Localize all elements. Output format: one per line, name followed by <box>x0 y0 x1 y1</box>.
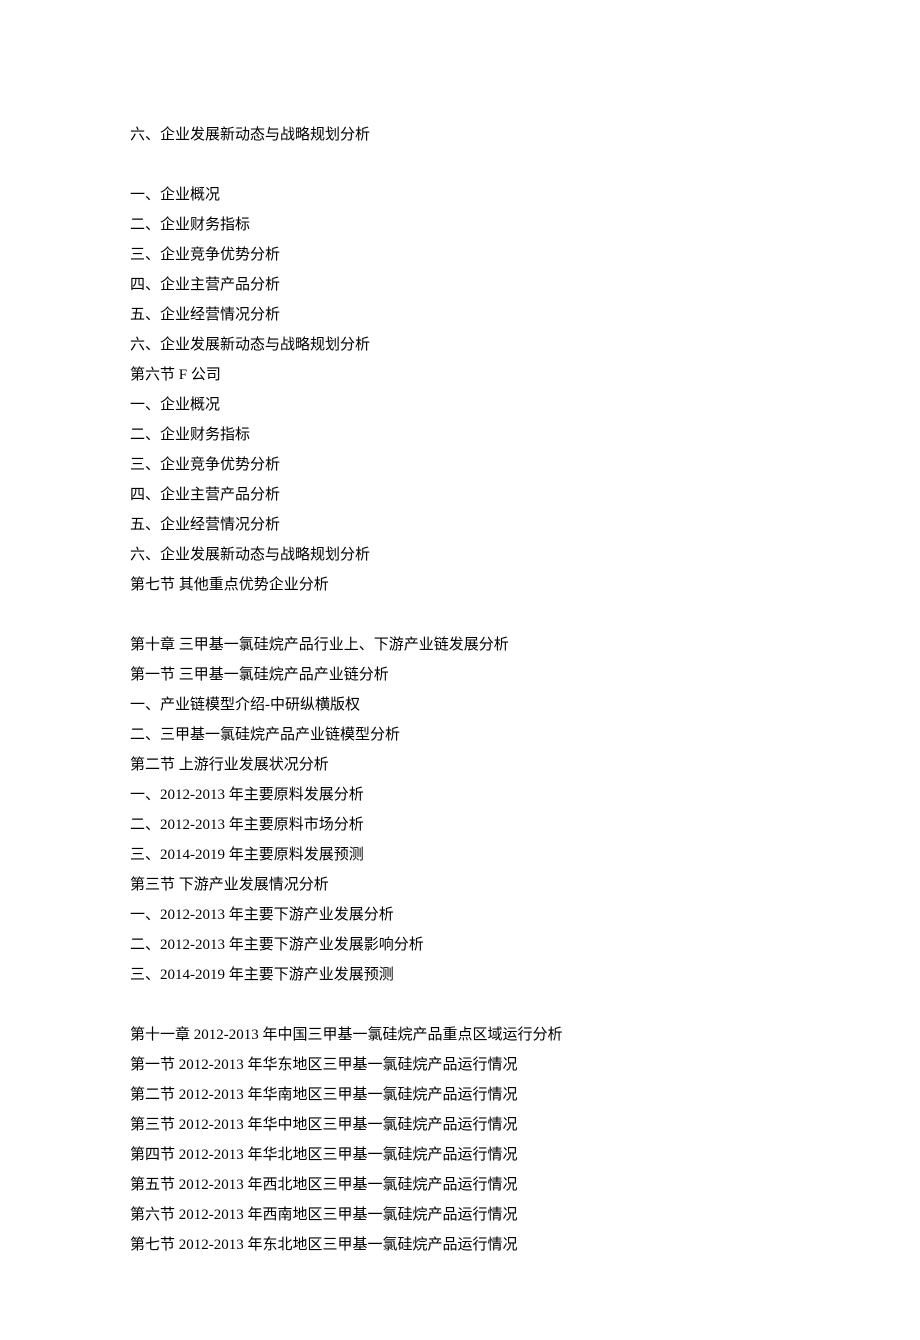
toc-section-heading: 第一节 2012-2013 年华东地区三甲基一氯硅烷产品运行情况 <box>130 1050 790 1080</box>
toc-section-heading: 第六节 2012-2013 年西南地区三甲基一氯硅烷产品运行情况 <box>130 1200 790 1230</box>
paragraph-spacer <box>130 150 790 180</box>
toc-line: 三、企业竞争优势分析 <box>130 240 790 270</box>
toc-line: 六、企业发展新动态与战略规划分析 <box>130 330 790 360</box>
toc-section-heading: 第二节 2012-2013 年华南地区三甲基一氯硅烷产品运行情况 <box>130 1080 790 1110</box>
toc-line: 二、2012-2013 年主要原料市场分析 <box>130 810 790 840</box>
paragraph-spacer <box>130 990 790 1020</box>
toc-section-heading: 第四节 2012-2013 年华北地区三甲基一氯硅烷产品运行情况 <box>130 1140 790 1170</box>
toc-section-heading: 第三节 下游产业发展情况分析 <box>130 870 790 900</box>
toc-line: 二、企业财务指标 <box>130 210 790 240</box>
toc-line: 六、企业发展新动态与战略规划分析 <box>130 120 790 150</box>
toc-line: 三、企业竞争优势分析 <box>130 450 790 480</box>
toc-chapter-heading: 第十一章 2012-2013 年中国三甲基一氯硅烷产品重点区域运行分析 <box>130 1020 790 1050</box>
toc-line: 三、2014-2019 年主要原料发展预测 <box>130 840 790 870</box>
toc-line: 三、2014-2019 年主要下游产业发展预测 <box>130 960 790 990</box>
toc-line: 四、企业主营产品分析 <box>130 270 790 300</box>
toc-line: 一、产业链模型介绍-中研纵横版权 <box>130 690 790 720</box>
toc-section-heading: 第七节 其他重点优势企业分析 <box>130 570 790 600</box>
toc-line: 五、企业经营情况分析 <box>130 510 790 540</box>
toc-line: 一、2012-2013 年主要原料发展分析 <box>130 780 790 810</box>
toc-line: 二、三甲基一氯硅烷产品产业链模型分析 <box>130 720 790 750</box>
toc-section-heading: 第六节 F 公司 <box>130 360 790 390</box>
toc-line: 四、企业主营产品分析 <box>130 480 790 510</box>
toc-line: 二、企业财务指标 <box>130 420 790 450</box>
toc-line: 六、企业发展新动态与战略规划分析 <box>130 540 790 570</box>
toc-section-heading: 第三节 2012-2013 年华中地区三甲基一氯硅烷产品运行情况 <box>130 1110 790 1140</box>
toc-chapter-heading: 第十章 三甲基一氯硅烷产品行业上、下游产业链发展分析 <box>130 630 790 660</box>
toc-line: 一、2012-2013 年主要下游产业发展分析 <box>130 900 790 930</box>
toc-section-heading: 第二节 上游行业发展状况分析 <box>130 750 790 780</box>
paragraph-spacer <box>130 600 790 630</box>
document-body: 六、企业发展新动态与战略规划分析 一、企业概况 二、企业财务指标 三、企业竞争优… <box>130 120 790 1260</box>
toc-section-heading: 第一节 三甲基一氯硅烷产品产业链分析 <box>130 660 790 690</box>
toc-line: 二、2012-2013 年主要下游产业发展影响分析 <box>130 930 790 960</box>
toc-section-heading: 第五节 2012-2013 年西北地区三甲基一氯硅烷产品运行情况 <box>130 1170 790 1200</box>
toc-line: 一、企业概况 <box>130 390 790 420</box>
toc-line: 一、企业概况 <box>130 180 790 210</box>
toc-section-heading: 第七节 2012-2013 年东北地区三甲基一氯硅烷产品运行情况 <box>130 1230 790 1260</box>
toc-line: 五、企业经营情况分析 <box>130 300 790 330</box>
